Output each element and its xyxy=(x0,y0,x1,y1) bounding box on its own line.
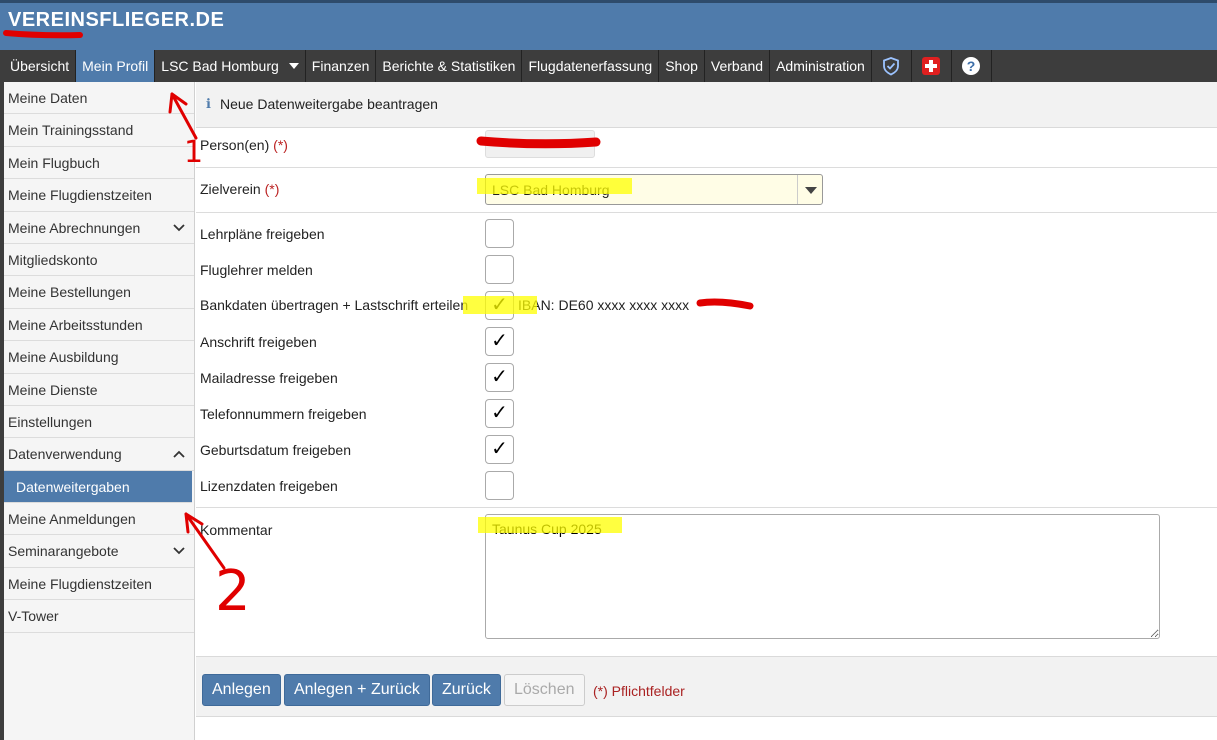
sidebar-item-flugdienstzeiten[interactable]: Meine Flugdienstzeiten xyxy=(4,179,194,212)
person-label: Person(en) (*) xyxy=(200,137,288,153)
help-icon: ? xyxy=(962,57,981,75)
app-window: VEREINSFLIEGER.DE Übersicht Mein Profil … xyxy=(0,0,1217,740)
info-icon: ℹ xyxy=(206,96,211,111)
sidebar-item-einstellungen[interactable]: Einstellungen xyxy=(4,406,194,439)
required-mark: (*) xyxy=(273,137,288,153)
checkbox-geburtsdatum[interactable]: ✓ xyxy=(485,435,514,464)
checkbox-label-bankdaten: Bankdaten übertragen + Lastschrift ertei… xyxy=(200,297,469,313)
dropdown-arrow-icon[interactable] xyxy=(797,175,822,204)
sidebar-item-arbeitsstunden[interactable]: Meine Arbeitsstunden xyxy=(4,309,194,342)
sidebar-item-seminarangebote[interactable]: Seminarangebote xyxy=(4,535,194,568)
sidebar-item-label: Meine Abrechnungen xyxy=(8,219,141,236)
checkbox-label-telefon: Telefonnummern freigeben xyxy=(200,406,367,422)
checkbox-label-lizenzdaten: Lizenzdaten freigeben xyxy=(200,478,338,494)
checkbox-lizenzdaten[interactable] xyxy=(485,471,514,500)
checkbox-label-lehrplaene: Lehrpläne freigeben xyxy=(200,226,325,242)
divider xyxy=(196,212,1217,213)
required-mark: (*) xyxy=(264,181,280,197)
sidebar-item-datenverwendung[interactable]: Datenverwendung xyxy=(4,438,194,471)
pflichtfelder-note: (*) Pflichtfelder xyxy=(593,683,685,699)
kommentar-textarea[interactable]: Taunus Cup 2025 xyxy=(485,514,1160,639)
sidebar: Meine Daten Mein Trainingsstand Mein Flu… xyxy=(0,82,195,740)
divider xyxy=(196,167,1217,168)
main-content: ℹ Neue Datenweitergabe beantragen Person… xyxy=(196,82,1217,740)
checkbox-label-fluglehrer: Fluglehrer melden xyxy=(200,262,313,278)
form-header: ℹ Neue Datenweitergabe beantragen xyxy=(196,82,1217,128)
sidebar-item-dienste[interactable]: Meine Dienste xyxy=(4,374,194,406)
top-header: VEREINSFLIEGER.DE xyxy=(0,0,1217,50)
app-logo[interactable]: VEREINSFLIEGER.DE xyxy=(8,9,224,32)
sidebar-item-flugbuch[interactable]: Mein Flugbuch xyxy=(4,147,194,180)
checkbox-telefon[interactable]: ✓ xyxy=(485,399,514,428)
checkbox-lehrplaene[interactable] xyxy=(485,219,514,248)
sidebar-item-anmeldungen[interactable]: Meine Anmeldungen xyxy=(4,503,194,536)
first-aid-icon xyxy=(922,57,941,75)
main-nav: Übersicht Mein Profil LSC Bad Homburg Fi… xyxy=(0,50,1217,82)
loeschen-button: Löschen xyxy=(504,674,585,706)
person-label-text: Person(en) xyxy=(200,137,270,153)
nav-item-flugdatenerfassung[interactable]: Flugdatenerfassung xyxy=(522,50,660,82)
nav-item-verband[interactable]: Verband xyxy=(705,50,771,82)
sidebar-item-meine-daten[interactable]: Meine Daten xyxy=(4,82,194,115)
checkbox-label-geburtsdatum: Geburtsdatum freigeben xyxy=(200,442,351,458)
nav-item-administration[interactable]: Administration xyxy=(770,50,872,82)
sidebar-item-mitgliedskonto[interactable]: Mitgliedskonto xyxy=(4,244,194,277)
nav-item-shop[interactable]: Shop xyxy=(659,50,705,82)
checkbox-anschrift[interactable]: ✓ xyxy=(485,327,514,356)
zielverein-label: Zielverein (*) xyxy=(200,181,279,197)
nav-item-uebersicht[interactable]: Übersicht xyxy=(4,50,77,82)
sidebar-item-label: Seminarangebote xyxy=(8,543,119,560)
zielverein-value: LSC Bad Homburg xyxy=(492,182,610,198)
sidebar-item-abrechnungen[interactable]: Meine Abrechnungen xyxy=(4,212,194,244)
sidebar-item-trainingsstand[interactable]: Mein Trainingsstand xyxy=(4,114,194,147)
divider xyxy=(196,507,1217,508)
sidebar-item-v-tower[interactable]: V-Tower xyxy=(4,600,194,633)
zielverein-label-text: Zielverein xyxy=(200,181,261,197)
anlegen-button[interactable]: Anlegen xyxy=(202,674,281,706)
kommentar-label: Kommentar xyxy=(200,522,273,538)
nav-item-label: LSC Bad Homburg xyxy=(161,58,279,74)
zurueck-button[interactable]: Zurück xyxy=(432,674,501,706)
checkbox-mailadresse[interactable]: ✓ xyxy=(485,363,514,392)
checkbox-fluglehrer[interactable] xyxy=(485,255,514,284)
nav-item-berichte[interactable]: Berichte & Statistiken xyxy=(376,50,523,82)
anlegen-zurueck-button[interactable]: Anlegen + Zurück xyxy=(284,674,430,706)
form-title: Neue Datenweitergabe beantragen xyxy=(220,96,438,112)
checkbox-label-mailadresse: Mailadresse freigeben xyxy=(200,370,338,386)
sidebar-item-datenweitergaben[interactable]: Datenweitergaben xyxy=(4,470,192,504)
action-bar: Anlegen Anlegen + Zurück Zurück Löschen … xyxy=(196,656,1217,717)
shield-check-icon xyxy=(883,57,900,76)
nav-item-mein-profil[interactable]: Mein Profil xyxy=(76,50,156,82)
sidebar-item-bestellungen[interactable]: Meine Bestellungen xyxy=(4,276,194,309)
iban-text: IBAN: DE60 xxxx xxxx xxxx xyxy=(518,297,690,313)
zielverein-select[interactable]: LSC Bad Homburg xyxy=(485,174,823,205)
person-field[interactable] xyxy=(485,130,595,158)
nav-help-button[interactable]: ? xyxy=(952,50,992,82)
checkbox-bankdaten[interactable]: ✓ xyxy=(485,291,514,320)
checkbox-label-anschrift: Anschrift freigeben xyxy=(200,334,317,350)
sidebar-item-ausbildung[interactable]: Meine Ausbildung xyxy=(4,341,194,374)
nav-firstaid-button[interactable] xyxy=(912,50,952,82)
svg-text:?: ? xyxy=(967,58,976,74)
caret-down-icon xyxy=(288,63,299,69)
nav-shield-button[interactable] xyxy=(872,50,912,82)
sidebar-item-flugdienstzeiten-2[interactable]: Meine Flugdienstzeiten xyxy=(4,568,194,601)
nav-item-finanzen[interactable]: Finanzen xyxy=(306,50,377,82)
nav-item-lsc-bad-homburg[interactable]: LSC Bad Homburg xyxy=(155,50,306,82)
sidebar-item-label: Datenverwendung xyxy=(8,446,122,463)
